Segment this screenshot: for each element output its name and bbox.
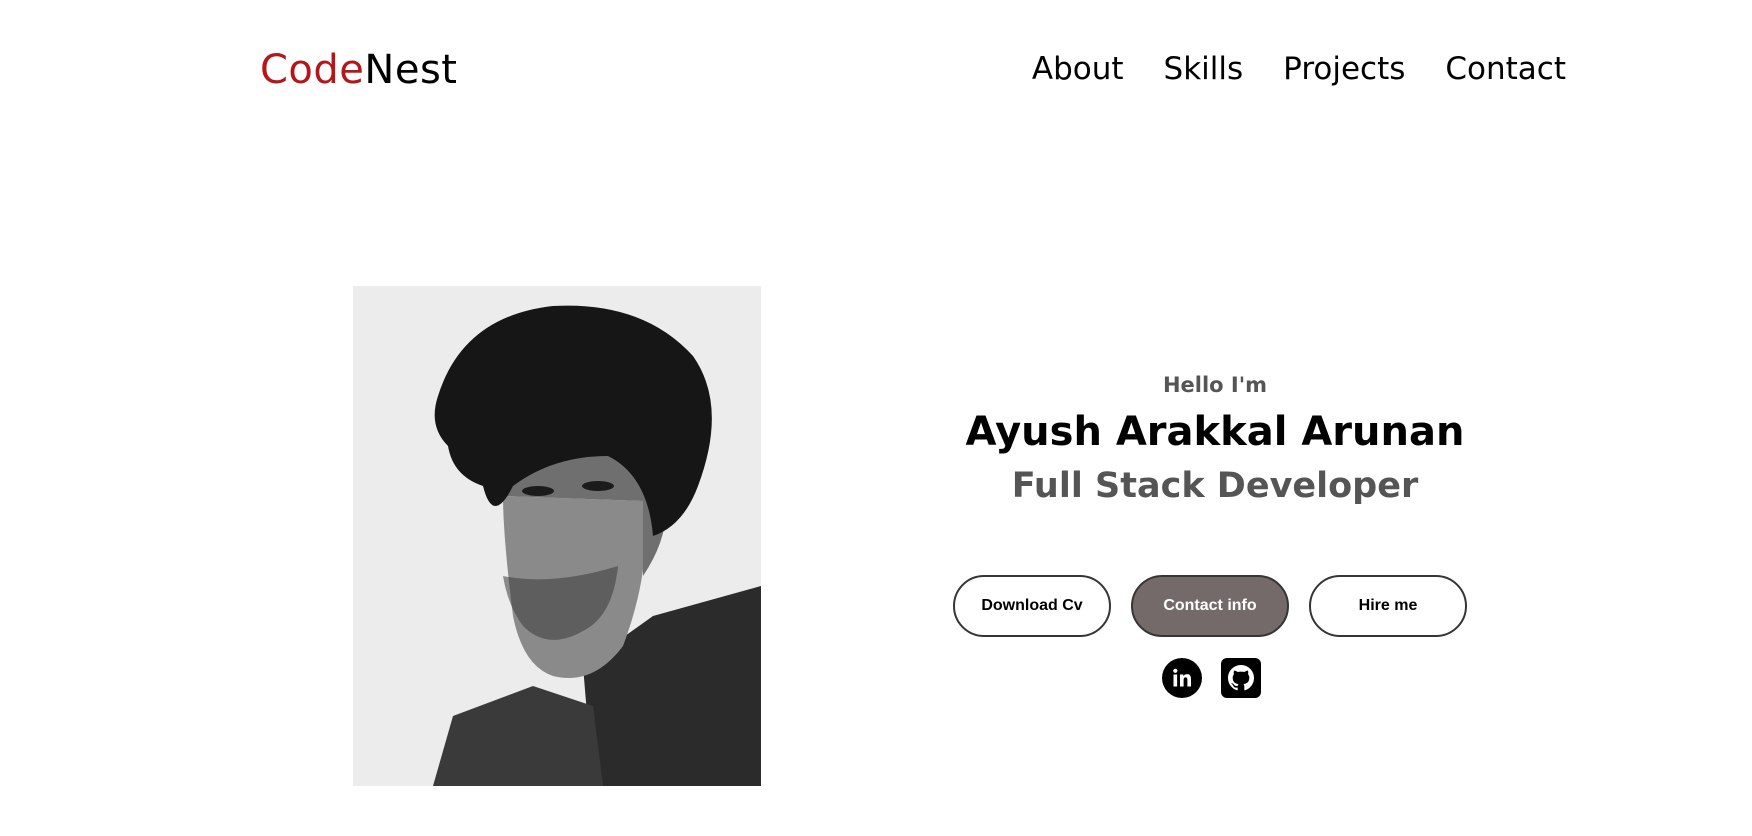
main-nav: About Skills Projects Contact (1032, 50, 1566, 88)
nav-link-contact[interactable]: Contact (1445, 50, 1566, 88)
hero-text: Hello I'm Ayush Arakkal Arunan Full Stac… (930, 370, 1500, 510)
site-header: CodeNest About Skills Projects Contact (0, 0, 1752, 140)
linkedin-icon[interactable] (1162, 658, 1202, 698)
hero-role: Full Stack Developer (1011, 466, 1419, 506)
logo-rest: Nest (364, 47, 458, 93)
contact-info-button[interactable]: Contact info (1131, 575, 1289, 637)
profile-photo (353, 286, 761, 786)
nav-link-skills[interactable]: Skills (1164, 50, 1244, 88)
hero-name: Ayush Arakkal Arunan (965, 409, 1465, 455)
nav-link-projects[interactable]: Projects (1283, 50, 1405, 88)
hire-me-button[interactable]: Hire me (1309, 575, 1467, 637)
download-cv-button[interactable]: Download Cv (953, 575, 1111, 637)
nav-link-about[interactable]: About (1032, 50, 1124, 88)
logo[interactable]: CodeNest (260, 46, 457, 94)
logo-accent: Code (260, 47, 365, 93)
social-links (1162, 658, 1261, 698)
github-icon[interactable] (1221, 658, 1261, 698)
greeting: Hello I'm (1162, 373, 1268, 397)
hero-buttons: Download Cv Contact info Hire me (953, 575, 1467, 637)
